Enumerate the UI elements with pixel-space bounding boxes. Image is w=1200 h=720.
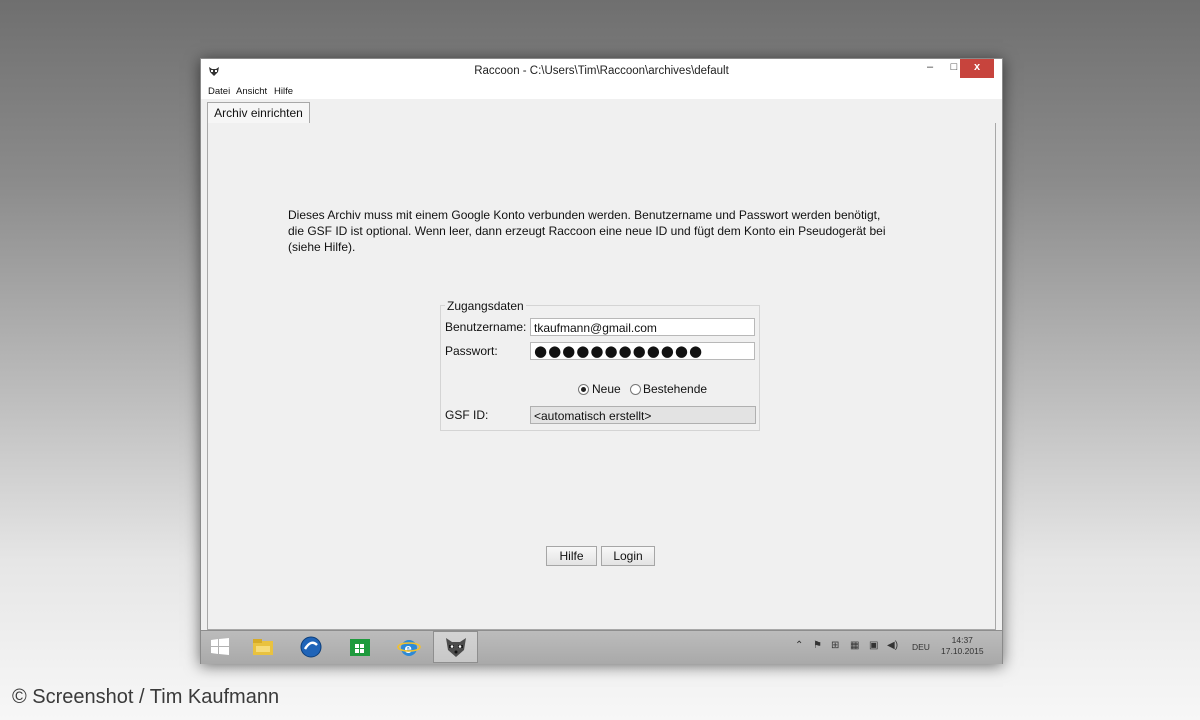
password-field[interactable]: ●●●●●●●●●●●● (530, 342, 755, 360)
windows-start-icon[interactable] (208, 635, 232, 659)
volume-icon[interactable]: ◀) (887, 640, 898, 651)
internet-explorer-icon[interactable]: e (397, 635, 421, 659)
credentials-group: Zugangsdaten Benutzername: tkaufmann@gma… (440, 299, 760, 431)
clock-time: 14:37 (951, 635, 973, 645)
language-indicator[interactable]: DEU (912, 642, 930, 652)
info-text: Dieses Archiv muss mit einem Google Kont… (288, 207, 948, 255)
printer-icon[interactable]: ▣ (869, 640, 878, 651)
info-line: die GSF ID ist optional. Wenn leer, dann… (288, 224, 886, 238)
file-explorer-icon[interactable] (251, 635, 275, 659)
credentials-legend: Zugangsdaten (445, 299, 526, 313)
close-button[interactable]: x (960, 59, 994, 78)
radio-bestehende[interactable] (630, 384, 641, 395)
copyright-watermark: © Screenshot / Tim Kaufmann (12, 686, 280, 708)
info-line: (siehe Hilfe). (288, 240, 356, 254)
store-icon[interactable] (348, 635, 372, 659)
info-line: Dieses Archiv muss mit einem Google Kont… (288, 208, 881, 222)
app-window: Raccoon - C:\Users\Tim\Raccoon\archives\… (200, 58, 1003, 664)
radio-neue-label[interactable]: Neue (592, 382, 621, 396)
radio-neue[interactable] (578, 384, 589, 395)
radio-bestehende-label[interactable]: Bestehende (643, 382, 707, 396)
gsf-id-label: GSF ID: (445, 408, 489, 422)
menu-hilfe[interactable]: Hilfe (274, 86, 293, 97)
username-label: Benutzername: (445, 320, 527, 334)
network-icon[interactable]: ▦ (850, 640, 859, 651)
help-button[interactable]: Hilfe (546, 546, 597, 566)
setup-panel: Dieses Archiv muss mit einem Google Kont… (207, 123, 996, 630)
clock[interactable]: 14:37 17.10.2015 (941, 635, 984, 657)
title-bar[interactable]: Raccoon - C:\Users\Tim\Raccoon\archives\… (201, 59, 1002, 85)
password-label: Passwort: (445, 344, 498, 358)
clock-date: 17.10.2015 (941, 646, 984, 656)
login-button[interactable]: Login (601, 546, 655, 566)
tab-strip: Archiv einrichten (207, 101, 996, 124)
minimize-button[interactable]: – (918, 59, 942, 78)
gsf-id-field[interactable]: <automatisch erstellt> (530, 406, 756, 424)
flag-icon[interactable]: ⚑ (813, 640, 822, 651)
menu-ansicht[interactable]: Ansicht (236, 86, 267, 97)
raccoon-app-icon[interactable] (444, 635, 468, 659)
browser-icon[interactable] (299, 635, 323, 659)
window-title: Raccoon - C:\Users\Tim\Raccoon\archives\… (474, 65, 729, 77)
username-field[interactable]: tkaufmann@gmail.com (530, 318, 755, 336)
windows-tray-icon[interactable]: ⊞ (831, 640, 839, 651)
show-hidden-icons-icon[interactable]: ⌃ (795, 640, 803, 651)
tab-archiv-einrichten[interactable]: Archiv einrichten (207, 102, 310, 124)
menu-datei[interactable]: Datei (208, 86, 230, 97)
menu-bar: Datei Ansicht Hilfe (201, 84, 1002, 99)
taskbar: e ⌃ ⚑ ⊞ ▦ ▣ ◀) DEU 14:37 17.10.2015 (201, 630, 1002, 664)
